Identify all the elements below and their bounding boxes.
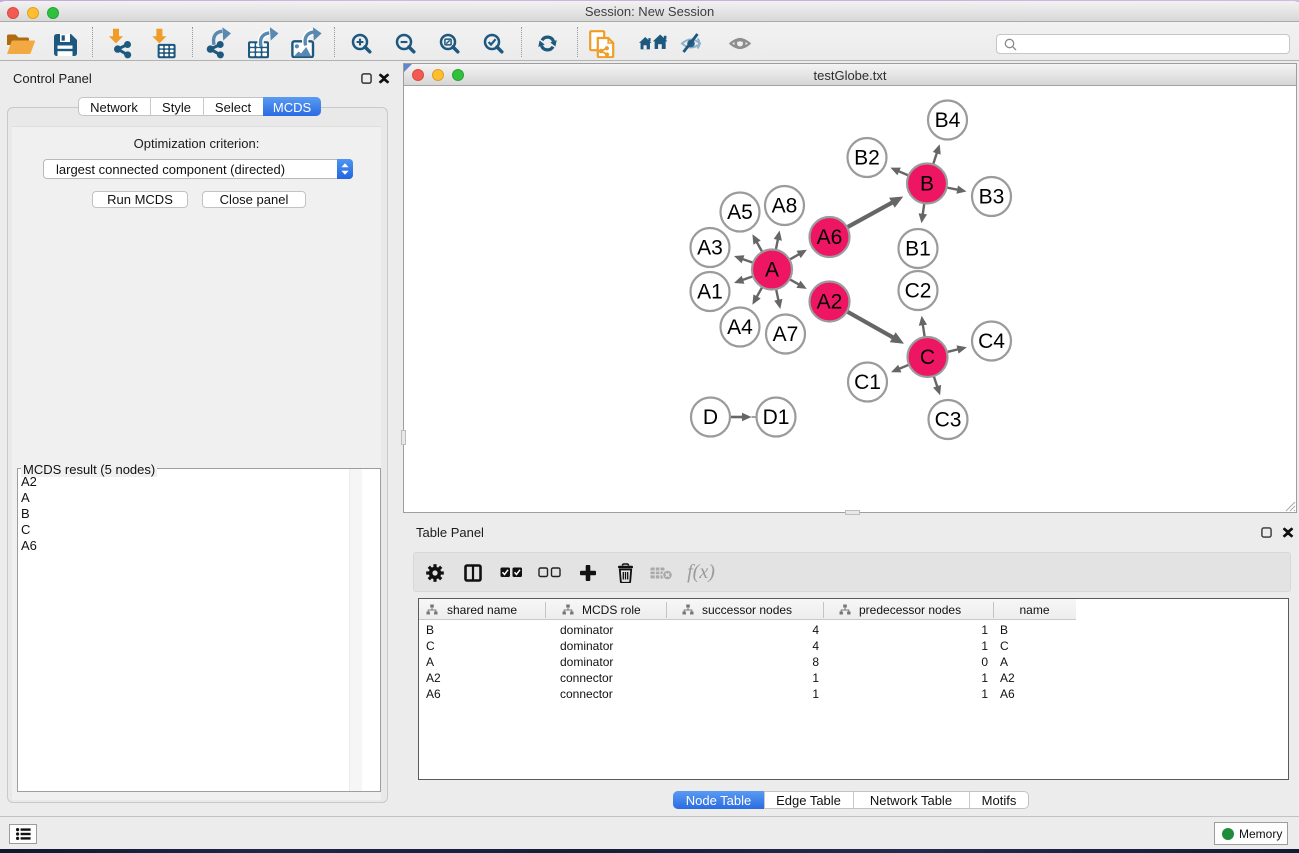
svg-text:C2: C2 (905, 280, 932, 303)
svg-text:C3: C3 (935, 409, 962, 432)
svg-text:C1: C1 (854, 371, 881, 394)
svg-text:D1: D1 (763, 406, 790, 429)
svg-text:A: A (765, 259, 779, 282)
svg-text:D: D (703, 406, 718, 429)
svg-text:C: C (920, 346, 935, 369)
svg-text:A3: A3 (697, 237, 723, 260)
svg-text:A6: A6 (817, 226, 843, 249)
svg-text:A5: A5 (727, 201, 753, 224)
svg-text:B4: B4 (935, 109, 961, 132)
svg-text:A7: A7 (773, 323, 799, 346)
svg-text:C4: C4 (978, 330, 1005, 353)
svg-text:B3: B3 (979, 186, 1005, 209)
svg-text:A2: A2 (817, 291, 843, 314)
svg-text:A1: A1 (697, 281, 723, 304)
svg-text:B1: B1 (905, 238, 931, 261)
svg-text:B2: B2 (854, 147, 880, 170)
svg-text:A4: A4 (727, 316, 753, 339)
svg-text:A8: A8 (772, 195, 798, 218)
svg-text:B: B (920, 173, 934, 196)
